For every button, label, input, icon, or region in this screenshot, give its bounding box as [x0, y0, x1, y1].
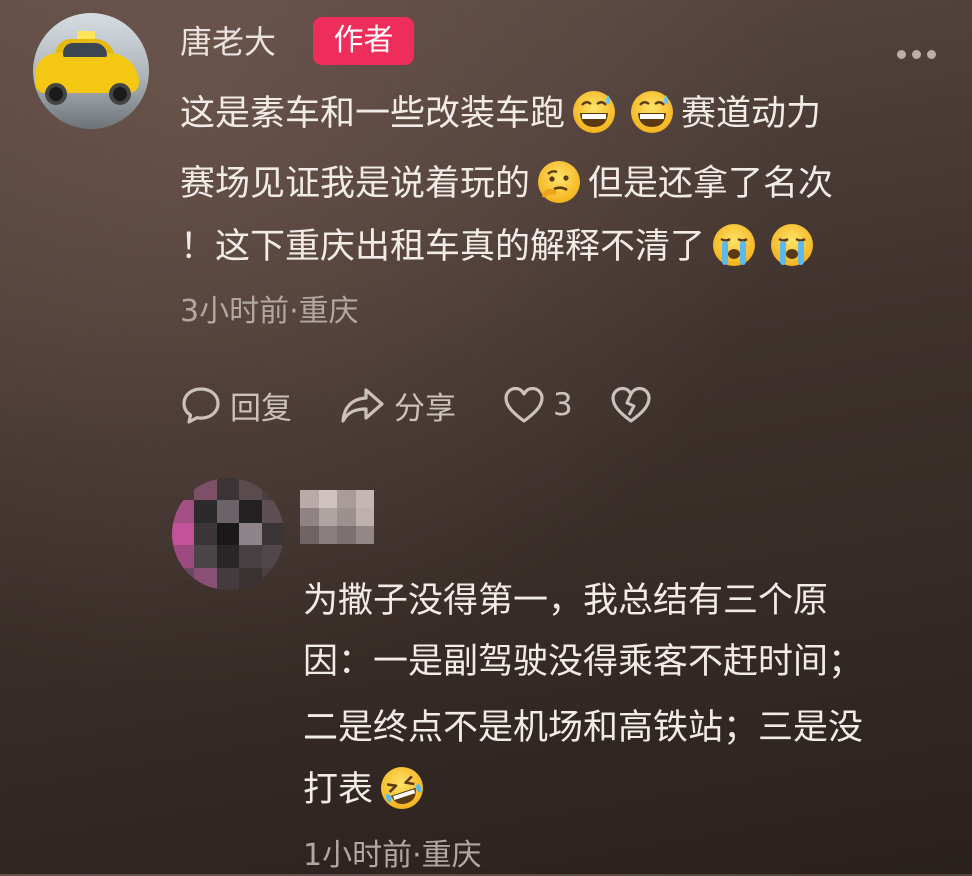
comment-text-segment: 赛场见证我是说着玩的 — [180, 164, 531, 204]
taxi-window — [63, 43, 107, 57]
broken-heart-icon — [611, 386, 651, 423]
more-dots-icon[interactable] — [895, 48, 939, 62]
thinking-emoji — [536, 159, 582, 205]
author-avatar[interactable] — [33, 13, 149, 129]
comment-text-line: 赛场见证我是说着玩的 但是还拿了名次 — [180, 160, 940, 208]
comment-text-segment: 这是素车和一些改装车跑 — [180, 94, 566, 134]
comment-bubble-icon — [182, 387, 220, 424]
dislike-button[interactable] — [610, 383, 660, 427]
share-arrow-icon — [341, 388, 384, 423]
share-button[interactable]: 分享 — [340, 383, 456, 427]
reply-text-segment: 打表 — [303, 770, 374, 810]
reply-username-blurred[interactable] — [300, 490, 374, 544]
taxi-wheel — [109, 83, 131, 105]
like-button[interactable]: 3 — [503, 383, 573, 427]
comment-text-line: ！这下重庆出租车真的解释不清了 — [180, 223, 940, 271]
reply-label: 回复 — [230, 390, 292, 427]
heart-icon — [504, 386, 544, 423]
reply-text-line: 打表 — [303, 766, 943, 814]
share-label: 分享 — [394, 390, 456, 427]
grin-sweat-emoji — [629, 89, 675, 135]
loudly-crying-emoji — [769, 222, 815, 268]
reply-text-line: 因：一是副驾驶没得乘客不赶时间； — [303, 642, 864, 682]
rolling-laughing-emoji — [379, 765, 425, 811]
reply-button[interactable]: 回复 — [180, 383, 292, 427]
comment-text-segment: 但是还拿了名次 — [588, 164, 834, 204]
grin-sweat-emoji — [571, 89, 617, 135]
like-count: 3 — [553, 387, 573, 423]
taxi-wheel — [45, 83, 67, 105]
loudly-crying-emoji — [711, 222, 757, 268]
reply-text-line: 为撒子没得第一，我总结有三个原 — [303, 581, 829, 621]
comment-text-segment: ！这下重庆出租车真的解释不清了 — [180, 227, 706, 267]
reply-avatar[interactable] — [172, 478, 284, 590]
author-badge: 作者 — [313, 17, 414, 65]
comment-meta: 3小时前·重庆 — [180, 294, 359, 329]
comment-username[interactable]: 唐老大 — [180, 20, 276, 64]
reply-text-line: 二是终点不是机场和高铁站；三是没 — [303, 708, 864, 748]
comment-text-line: 这是素车和一些改装车跑 赛道动力 — [180, 90, 940, 138]
reply-meta: 1小时前·重庆 — [303, 838, 482, 873]
comment-text-segment: 赛道动力 — [681, 94, 822, 134]
